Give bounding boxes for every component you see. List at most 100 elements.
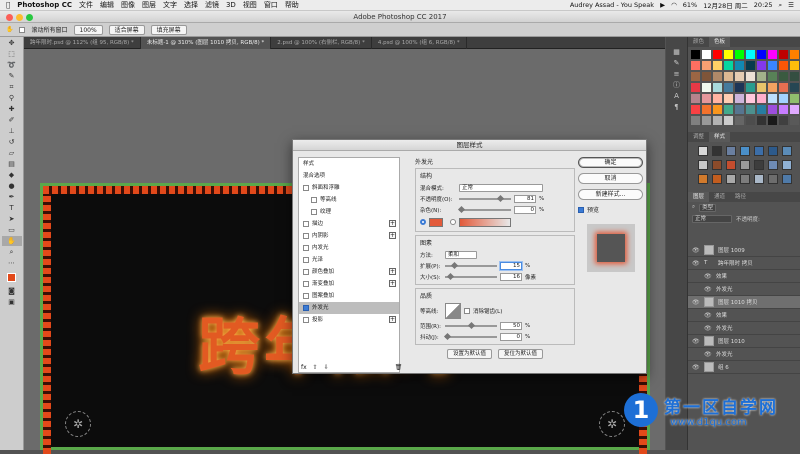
color-swatch[interactable]: [713, 83, 722, 92]
gradient-tool-icon[interactable]: ▤: [2, 159, 22, 169]
method-select[interactable]: 柔和: [445, 250, 477, 259]
solid-color-radio[interactable]: [420, 219, 426, 225]
color-swatch[interactable]: [724, 72, 733, 81]
color-swatch[interactable]: [691, 105, 700, 114]
color-swatch[interactable]: [768, 83, 777, 92]
color-swatch[interactable]: [746, 83, 755, 92]
new-style-button[interactable]: 新建样式...: [578, 189, 643, 200]
layer-row[interactable]: 👁 图层 1010: [688, 335, 800, 348]
properties-panel-icon[interactable]: ≡: [667, 69, 687, 79]
search-icon[interactable]: ⌕: [692, 204, 695, 211]
style-preset[interactable]: [782, 146, 792, 156]
color-swatch[interactable]: [735, 83, 744, 92]
color-swatch[interactable]: [779, 116, 788, 125]
menu-type[interactable]: 文字: [163, 0, 177, 10]
color-swatch[interactable]: [713, 116, 722, 125]
color-swatch[interactable]: [768, 116, 777, 125]
color-swatch[interactable]: [735, 72, 744, 81]
style-preset[interactable]: [740, 160, 750, 170]
style-preset[interactable]: [740, 174, 750, 184]
color-swatch[interactable]: [691, 94, 700, 103]
style-preset[interactable]: [726, 146, 736, 156]
healing-tool-icon[interactable]: ✚: [2, 104, 22, 114]
color-swatch[interactable]: [691, 72, 700, 81]
glow-color-swatch[interactable]: [429, 217, 443, 227]
jitter-knob[interactable]: [443, 332, 452, 340]
layer-row[interactable]: 👁 效果: [688, 309, 800, 322]
color-swatch[interactable]: [779, 72, 788, 81]
layer-row[interactable]: 👁 T 跨年限时 拷贝: [688, 257, 800, 270]
color-swatch[interactable]: [790, 94, 799, 103]
style-preset[interactable]: [726, 160, 736, 170]
color-swatch[interactable]: [779, 83, 788, 92]
visibility-eye-icon[interactable]: 👁: [692, 338, 700, 345]
stamp-tool-icon[interactable]: ⊥: [2, 126, 22, 136]
crop-tool-icon[interactable]: ⌗: [2, 82, 22, 92]
jitter-slider[interactable]: [443, 332, 497, 340]
menu-view[interactable]: 视图: [243, 0, 257, 10]
blend-mode-select[interactable]: 正常: [459, 183, 543, 192]
jitter-input[interactable]: 0: [500, 332, 522, 341]
style-list-item[interactable]: 内发光: [299, 242, 399, 254]
tab-layers[interactable]: 图层: [688, 192, 710, 202]
spread-slider[interactable]: [445, 261, 497, 269]
color-swatch[interactable]: [746, 105, 755, 114]
add-effect-icon[interactable]: +: [389, 220, 396, 227]
menu-list-icon[interactable]: ☰: [788, 1, 794, 9]
style-preset[interactable]: [698, 160, 708, 170]
menu-edit[interactable]: 编辑: [100, 0, 114, 10]
scroll-all-checkbox[interactable]: [19, 26, 26, 33]
color-swatch[interactable]: [691, 83, 700, 92]
preview-checkbox[interactable]: [578, 206, 584, 213]
tab-channels[interactable]: 通道: [709, 192, 730, 202]
set-default-button[interactable]: 设置为默认值: [446, 348, 492, 359]
fx-icon[interactable]: fx: [301, 364, 307, 371]
color-swatch[interactable]: [713, 61, 722, 70]
color-swatch[interactable]: [735, 50, 744, 59]
move-tool-icon[interactable]: ✥: [2, 38, 22, 48]
tab-color[interactable]: 颜色: [688, 37, 709, 47]
spread-knob[interactable]: [451, 261, 459, 269]
style-preset[interactable]: [740, 146, 750, 156]
style-checkbox[interactable]: [303, 293, 309, 299]
color-swatch[interactable]: [746, 116, 755, 125]
search-icon[interactable]: ⌕: [779, 1, 783, 10]
hand-tool-icon[interactable]: ✋: [6, 26, 13, 33]
quick-select-tool-icon[interactable]: ✎: [2, 71, 22, 81]
style-preset[interactable]: [768, 146, 778, 156]
color-swatches-icon[interactable]: [2, 269, 22, 285]
color-swatch[interactable]: [724, 105, 733, 114]
tab-document-4[interactable]: 4.psd @ 100% (组 6, RGB/8) *: [372, 37, 467, 49]
tab-swatches[interactable]: 色板: [709, 37, 731, 47]
color-swatch[interactable]: [691, 50, 700, 59]
color-swatch[interactable]: [702, 61, 711, 70]
antialias-checkbox[interactable]: [464, 308, 470, 314]
date-text[interactable]: 12月28日 周二: [703, 0, 748, 10]
noise-slider[interactable]: [457, 205, 511, 213]
color-swatch[interactable]: [768, 72, 777, 81]
color-swatch[interactable]: [746, 61, 755, 70]
history-brush-icon[interactable]: ↺: [2, 137, 22, 147]
zoom-100-button[interactable]: 100%: [73, 24, 103, 35]
color-swatch[interactable]: [724, 116, 733, 125]
style-list-item[interactable]: 等高线: [299, 194, 399, 206]
color-swatch[interactable]: [779, 94, 788, 103]
style-list-item[interactable]: 纹理: [299, 206, 399, 218]
fit-screen-button[interactable]: 适合屏幕: [108, 24, 145, 35]
color-swatch[interactable]: [724, 83, 733, 92]
add-effect-icon[interactable]: +: [389, 280, 396, 287]
move-up-icon[interactable]: ⇧: [313, 364, 318, 371]
style-preset[interactable]: [768, 174, 778, 184]
style-list-item[interactable]: 光泽: [299, 254, 399, 266]
style-preset[interactable]: [768, 160, 778, 170]
visibility-eye-icon[interactable]: 👁: [704, 351, 712, 358]
dodge-tool-icon[interactable]: ●: [2, 181, 22, 191]
style-list-item[interactable]: 外发光: [299, 302, 399, 314]
type-tool-icon[interactable]: T: [2, 203, 22, 213]
gradient-radio[interactable]: [450, 219, 456, 225]
style-list-item[interactable]: 内阴影 +: [299, 230, 399, 242]
color-swatch[interactable]: [735, 61, 744, 70]
color-swatch[interactable]: [713, 94, 722, 103]
style-list-item[interactable]: 投影 +: [299, 314, 399, 326]
blur-tool-icon[interactable]: ◆: [2, 170, 22, 180]
